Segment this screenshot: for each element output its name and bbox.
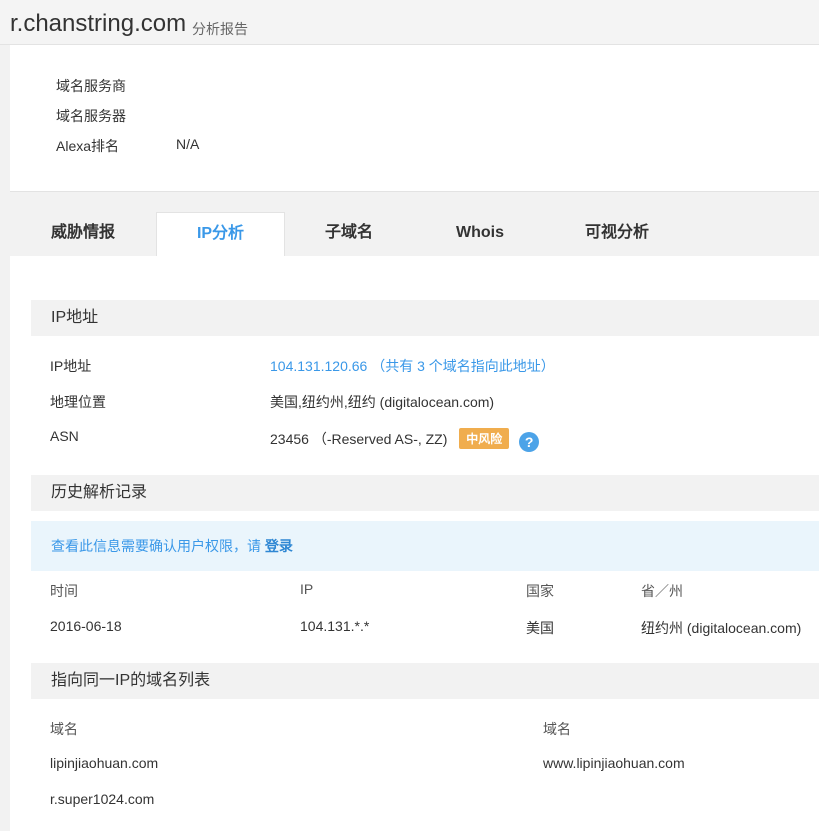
history-section-header: 历史解析记录 <box>31 475 819 511</box>
login-link[interactable]: 登录 <box>265 538 293 554</box>
column-header-ip: IP <box>300 581 314 597</box>
tab-visual-analysis[interactable]: 可视分析 <box>546 212 688 256</box>
risk-badge: 中风险 <box>459 428 510 449</box>
registrar-label: 域名服务商 <box>56 78 126 94</box>
history-row-country: 美国 <box>526 620 554 636</box>
notice-text: 查看此信息需要确认用户权限，请 <box>51 538 261 554</box>
ip-domain-count-link[interactable]: （共有 3 个域名指向此地址） <box>371 358 555 374</box>
ip-address-label: IP地址 <box>50 358 92 374</box>
history-row-ip: 104.131.*.* <box>300 618 370 634</box>
history-row-province: 纽约州 (digitalocean.com) <box>641 620 802 636</box>
asn-label: ASN <box>50 428 79 444</box>
domain-link[interactable]: r.super1024.com <box>50 791 154 807</box>
ip-address-value: 104.131.120.66 （共有 3 个域名指向此地址） <box>270 356 555 376</box>
same-ip-section-header: 指向同一IP的域名列表 <box>31 663 819 699</box>
ip-section-title: IP地址 <box>51 309 99 326</box>
domain-column-header-right: 域名 <box>543 721 571 737</box>
tab-threat-intel[interactable]: 威胁情报 <box>10 212 156 256</box>
page-header: r.chanstring.com 分析报告 <box>0 0 819 45</box>
domain-link[interactable]: lipinjiaohuan.com <box>50 755 158 771</box>
column-header-country: 国家 <box>526 583 554 599</box>
question-icon[interactable]: ? <box>519 432 540 452</box>
history-row-date: 2016-06-18 <box>50 618 122 634</box>
geo-value: 美国,纽约州,纽约 (digitalocean.com) <box>270 394 495 410</box>
history-section-title: 历史解析记录 <box>51 484 148 501</box>
alexa-label: Alexa排名 <box>56 138 120 154</box>
same-ip-section-title: 指向同一IP的域名列表 <box>51 672 211 689</box>
report-subtitle: 分析报告 <box>192 21 248 37</box>
column-header-province: 省／州 <box>641 583 683 599</box>
asn-value: 23456 （-Reserved AS-, ZZ) <box>270 431 448 447</box>
domain-column-header-left: 域名 <box>50 721 78 737</box>
ip-address-link[interactable]: 104.131.120.66 <box>270 358 367 374</box>
ip-section-header: IP地址 <box>31 300 819 336</box>
column-header-time: 时间 <box>50 583 78 599</box>
permission-notice: 查看此信息需要确认用户权限，请 登录 <box>31 521 819 571</box>
tab-bar: 威胁情报 IP分析 子域名 Whois 可视分析 <box>10 212 819 257</box>
alexa-value: N/A <box>176 136 200 152</box>
tab-whois[interactable]: Whois <box>414 212 546 256</box>
ip-analysis-panel: IP地址 IP地址 104.131.120.66 （共有 3 个域名指向此地址）… <box>10 256 819 831</box>
domain-title: r.chanstring.com <box>10 10 187 37</box>
geo-label: 地理位置 <box>50 394 106 410</box>
tab-ip-analysis[interactable]: IP分析 <box>156 212 285 257</box>
domain-info-card: 域名服务商 域名服务器 Alexa排名 N/A <box>10 45 819 192</box>
nameserver-label: 域名服务器 <box>56 108 126 124</box>
domain-link[interactable]: www.lipinjiaohuan.com <box>543 755 685 771</box>
tab-subdomains[interactable]: 子域名 <box>284 212 414 256</box>
asn-value-row: 23456 （-Reserved AS-, ZZ) 中风险 ? <box>270 428 540 452</box>
